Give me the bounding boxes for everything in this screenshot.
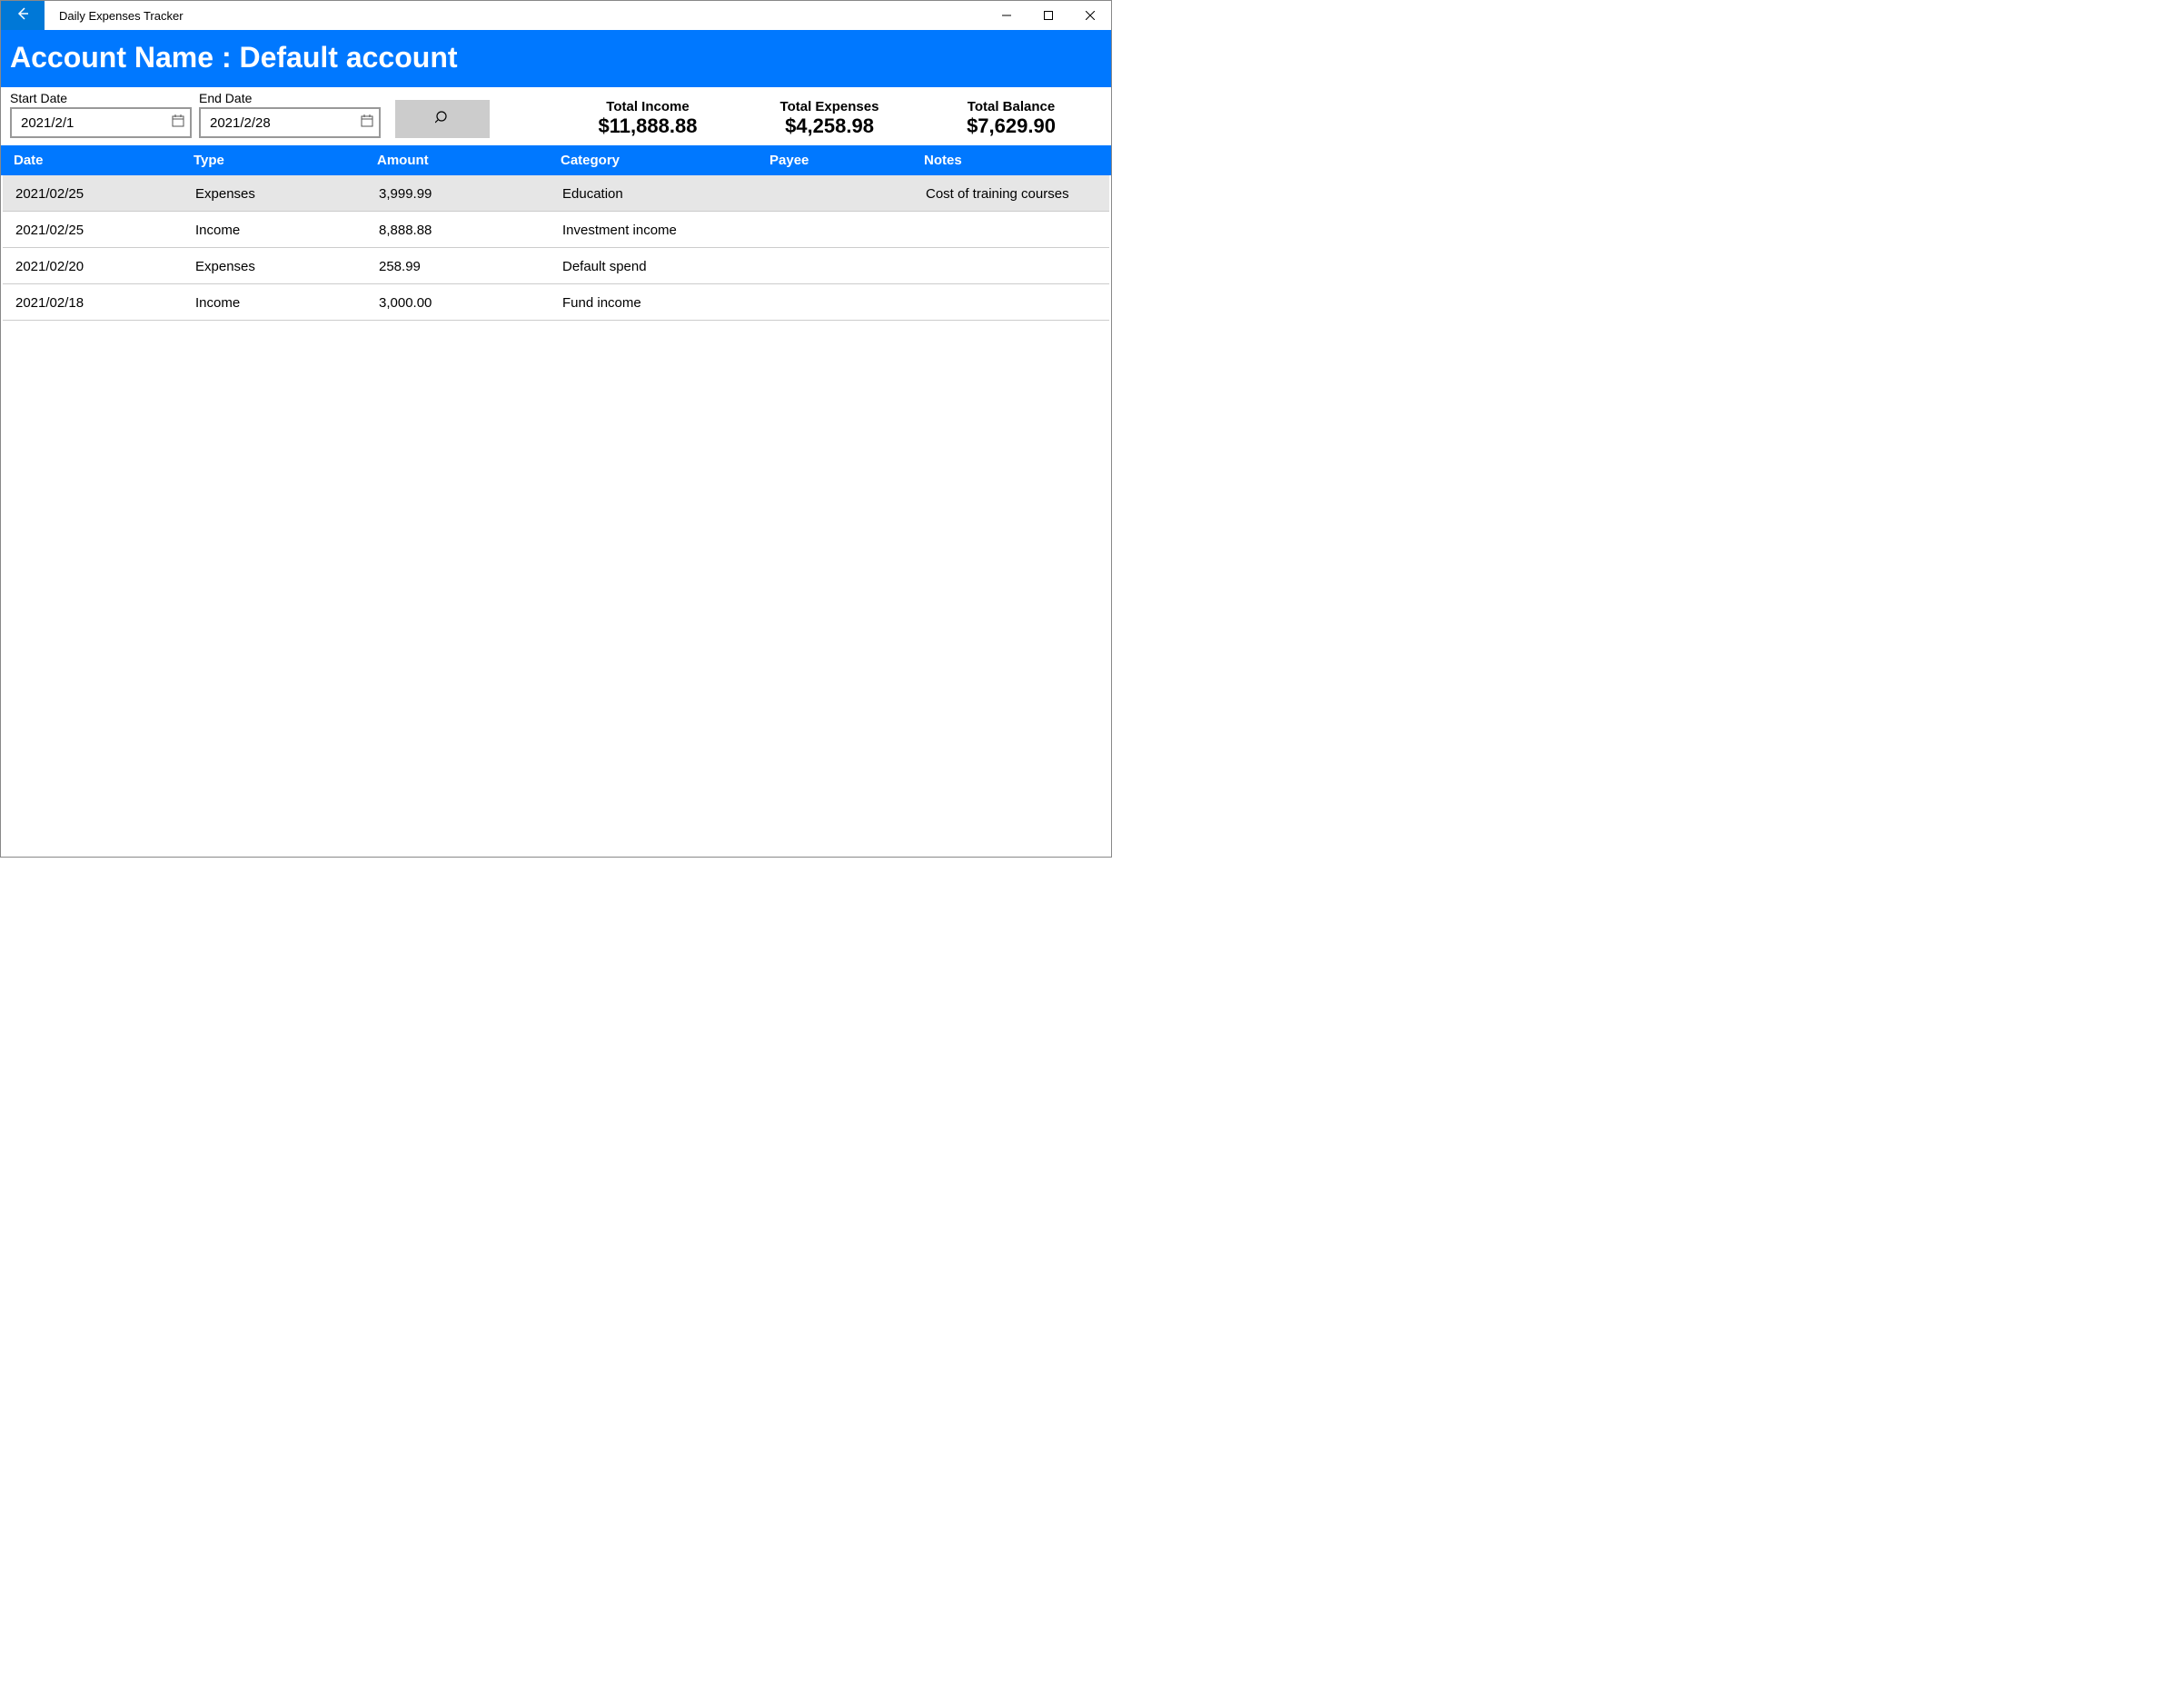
cell-date: 2021/02/18 <box>15 295 195 311</box>
cell-date: 2021/02/20 <box>15 259 195 274</box>
total-balance-label: Total Balance <box>920 99 1102 114</box>
cell-payee <box>771 259 926 274</box>
cell-type: Income <box>195 295 379 311</box>
cell-category: Education <box>562 186 771 202</box>
total-income-value: $11,888.88 <box>557 114 739 138</box>
cell-category: Default spend <box>562 259 771 274</box>
window-title: Daily Expenses Tracker <box>45 1 986 30</box>
cell-payee <box>771 223 926 238</box>
search-button[interactable] <box>395 100 490 138</box>
start-date-value: 2021/2/1 <box>21 115 74 131</box>
cell-payee <box>771 295 926 311</box>
col-header-date[interactable]: Date <box>14 153 194 168</box>
table-row[interactable]: 2021/02/25 Expenses 3,999.99 Education C… <box>3 175 1109 212</box>
start-date-input[interactable]: 2021/2/1 <box>10 107 192 138</box>
close-button[interactable] <box>1069 1 1111 30</box>
title-bar: Daily Expenses Tracker <box>1 1 1111 30</box>
end-date-value: 2021/2/28 <box>210 115 271 131</box>
cell-category: Fund income <box>562 295 771 311</box>
cell-amount: 3,000.00 <box>379 295 562 311</box>
arrow-left-icon <box>15 6 30 25</box>
calendar-icon <box>172 114 184 131</box>
cell-amount: 258.99 <box>379 259 562 274</box>
summary-totals: Total Income $11,888.88 Total Expenses $… <box>557 99 1102 138</box>
table-row[interactable]: 2021/02/25 Income 8,888.88 Investment in… <box>3 212 1109 248</box>
table-row[interactable]: 2021/02/20 Expenses 258.99 Default spend <box>3 248 1109 284</box>
back-button[interactable] <box>1 1 45 30</box>
table-row[interactable]: 2021/02/18 Income 3,000.00 Fund income <box>3 284 1109 321</box>
cell-type: Expenses <box>195 259 379 274</box>
maximize-button[interactable] <box>1027 1 1069 30</box>
window-controls <box>986 1 1111 30</box>
total-expenses: Total Expenses $4,258.98 <box>739 99 920 138</box>
close-icon <box>1086 8 1095 24</box>
cell-date: 2021/02/25 <box>15 223 195 238</box>
total-income-label: Total Income <box>557 99 739 114</box>
total-balance-value: $7,629.90 <box>920 114 1102 138</box>
minimize-button[interactable] <box>986 1 1027 30</box>
end-date-label: End Date <box>199 91 381 105</box>
cell-payee <box>771 186 926 202</box>
minimize-icon <box>1002 8 1011 24</box>
col-header-notes[interactable]: Notes <box>924 153 1098 168</box>
end-date-input[interactable]: 2021/2/28 <box>199 107 381 138</box>
calendar-icon <box>361 114 373 131</box>
cell-category: Investment income <box>562 223 771 238</box>
cell-date: 2021/02/25 <box>15 186 195 202</box>
table-header: Date Type Amount Category Payee Notes <box>1 145 1111 175</box>
cell-notes <box>926 295 1097 311</box>
total-balance: Total Balance $7,629.90 <box>920 99 1102 138</box>
col-header-category[interactable]: Category <box>561 153 769 168</box>
cell-notes <box>926 259 1097 274</box>
start-date-group: Start Date 2021/2/1 <box>10 91 192 138</box>
account-name-header: Account Name : Default account <box>1 30 1111 87</box>
cell-amount: 3,999.99 <box>379 186 562 202</box>
filter-bar: Start Date 2021/2/1 End Date 2021/2/28 T… <box>1 87 1111 145</box>
col-header-amount[interactable]: Amount <box>377 153 561 168</box>
end-date-group: End Date 2021/2/28 <box>199 91 381 138</box>
total-income: Total Income $11,888.88 <box>557 99 739 138</box>
cell-notes: Cost of training courses <box>926 186 1097 202</box>
maximize-icon <box>1044 8 1053 24</box>
cell-amount: 8,888.88 <box>379 223 562 238</box>
total-expenses-label: Total Expenses <box>739 99 920 114</box>
cell-notes <box>926 223 1097 238</box>
cell-type: Income <box>195 223 379 238</box>
table-body: 2021/02/25 Expenses 3,999.99 Education C… <box>1 175 1111 857</box>
search-icon <box>435 110 450 128</box>
col-header-payee[interactable]: Payee <box>769 153 924 168</box>
col-header-type[interactable]: Type <box>194 153 377 168</box>
start-date-label: Start Date <box>10 91 192 105</box>
cell-type: Expenses <box>195 186 379 202</box>
total-expenses-value: $4,258.98 <box>739 114 920 138</box>
